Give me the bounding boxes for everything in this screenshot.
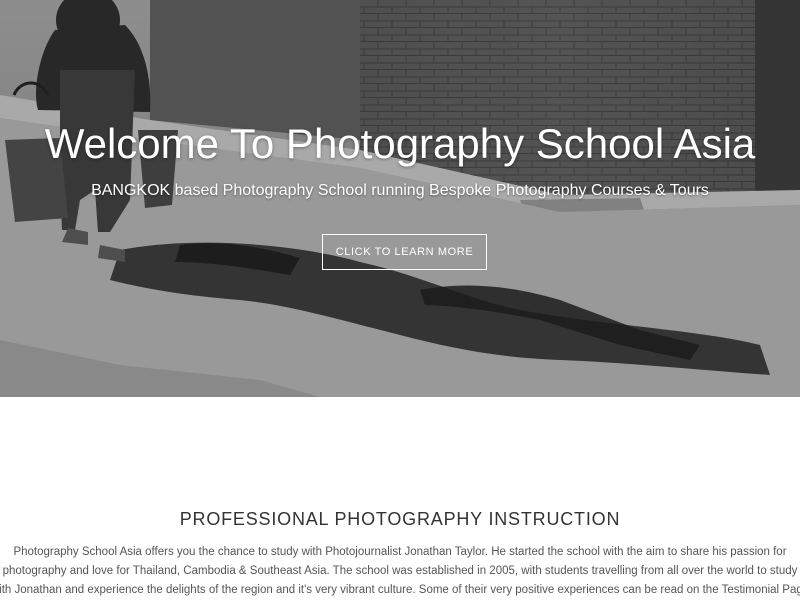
page: Welcome To Photography School Asia BANGK… xyxy=(0,0,800,600)
intro-line: photography and love for Thailand, Cambo… xyxy=(2,565,798,577)
learn-more-button[interactable]: CLICK TO LEARN MORE xyxy=(322,234,487,270)
intro-line: Photography School Asia offers you the c… xyxy=(13,546,787,558)
intro-line: with Jonathan and experience the delight… xyxy=(0,584,800,596)
hero-subtitle: BANGKOK based Photography School running… xyxy=(91,182,709,199)
section-heading: PROFESSIONAL PHOTOGRAPHY INSTRUCTION xyxy=(179,509,621,529)
hero-title: Welcome To Photography School Asia xyxy=(44,120,756,167)
intro-paragraph: Photography School Asia offers you the c… xyxy=(0,543,800,600)
hero-banner: Welcome To Photography School Asia BANGK… xyxy=(0,0,800,397)
